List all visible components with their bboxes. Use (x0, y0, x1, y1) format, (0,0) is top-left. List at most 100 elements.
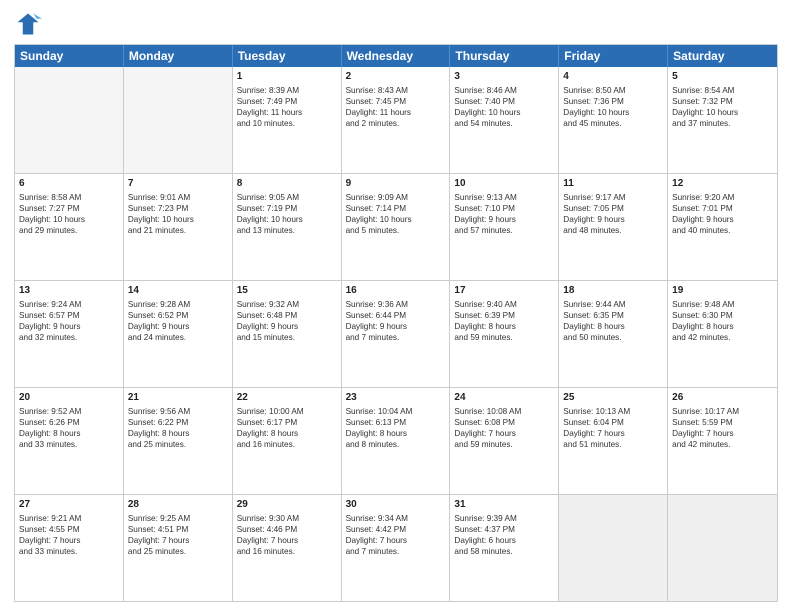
day-number: 7 (128, 177, 228, 191)
calendar-row-1: 1Sunrise: 8:39 AM Sunset: 7:49 PM Daylig… (15, 67, 777, 173)
day-number: 29 (237, 498, 337, 512)
cell-content: Sunrise: 10:04 AM Sunset: 6:13 PM Daylig… (346, 406, 446, 450)
cell-content: Sunrise: 10:17 AM Sunset: 5:59 PM Daylig… (672, 406, 773, 450)
day-number: 5 (672, 70, 773, 84)
day-number: 18 (563, 284, 663, 298)
calendar-cell-r4-c6: 25Sunrise: 10:13 AM Sunset: 6:04 PM Dayl… (559, 388, 668, 494)
calendar-cell-r1-c7: 5Sunrise: 8:54 AM Sunset: 7:32 PM Daylig… (668, 67, 777, 173)
day-number: 8 (237, 177, 337, 191)
calendar-cell-r5-c7 (668, 495, 777, 601)
calendar-cell-r4-c7: 26Sunrise: 10:17 AM Sunset: 5:59 PM Dayl… (668, 388, 777, 494)
calendar-cell-r3-c3: 15Sunrise: 9:32 AM Sunset: 6:48 PM Dayli… (233, 281, 342, 387)
cell-content: Sunrise: 9:32 AM Sunset: 6:48 PM Dayligh… (237, 299, 337, 343)
logo (14, 10, 46, 38)
cell-content: Sunrise: 10:13 AM Sunset: 6:04 PM Daylig… (563, 406, 663, 450)
day-number: 25 (563, 391, 663, 405)
cell-content: Sunrise: 9:34 AM Sunset: 4:42 PM Dayligh… (346, 513, 446, 557)
day-number: 14 (128, 284, 228, 298)
cell-content: Sunrise: 9:30 AM Sunset: 4:46 PM Dayligh… (237, 513, 337, 557)
calendar-cell-r5-c2: 28Sunrise: 9:25 AM Sunset: 4:51 PM Dayli… (124, 495, 233, 601)
cell-content: Sunrise: 10:00 AM Sunset: 6:17 PM Daylig… (237, 406, 337, 450)
header-day-tuesday: Tuesday (233, 45, 342, 67)
calendar-cell-r2-c3: 8Sunrise: 9:05 AM Sunset: 7:19 PM Daylig… (233, 174, 342, 280)
header-day-monday: Monday (124, 45, 233, 67)
header-day-thursday: Thursday (450, 45, 559, 67)
calendar-cell-r4-c1: 20Sunrise: 9:52 AM Sunset: 6:26 PM Dayli… (15, 388, 124, 494)
header-day-sunday: Sunday (15, 45, 124, 67)
calendar-cell-r3-c6: 18Sunrise: 9:44 AM Sunset: 6:35 PM Dayli… (559, 281, 668, 387)
cell-content: Sunrise: 9:09 AM Sunset: 7:14 PM Dayligh… (346, 192, 446, 236)
day-number: 4 (563, 70, 663, 84)
day-number: 6 (19, 177, 119, 191)
header (14, 10, 778, 38)
day-number: 16 (346, 284, 446, 298)
cell-content: Sunrise: 9:39 AM Sunset: 4:37 PM Dayligh… (454, 513, 554, 557)
cell-content: Sunrise: 8:58 AM Sunset: 7:27 PM Dayligh… (19, 192, 119, 236)
calendar-cell-r5-c6 (559, 495, 668, 601)
calendar-cell-r1-c2 (124, 67, 233, 173)
calendar-cell-r5-c1: 27Sunrise: 9:21 AM Sunset: 4:55 PM Dayli… (15, 495, 124, 601)
calendar-cell-r4-c2: 21Sunrise: 9:56 AM Sunset: 6:22 PM Dayli… (124, 388, 233, 494)
cell-content: Sunrise: 10:08 AM Sunset: 6:08 PM Daylig… (454, 406, 554, 450)
calendar-cell-r1-c1 (15, 67, 124, 173)
calendar: SundayMondayTuesdayWednesdayThursdayFrid… (14, 44, 778, 602)
cell-content: Sunrise: 8:39 AM Sunset: 7:49 PM Dayligh… (237, 85, 337, 129)
header-day-saturday: Saturday (668, 45, 777, 67)
cell-content: Sunrise: 9:52 AM Sunset: 6:26 PM Dayligh… (19, 406, 119, 450)
calendar-cell-r2-c6: 11Sunrise: 9:17 AM Sunset: 7:05 PM Dayli… (559, 174, 668, 280)
calendar-cell-r3-c1: 13Sunrise: 9:24 AM Sunset: 6:57 PM Dayli… (15, 281, 124, 387)
cell-content: Sunrise: 9:20 AM Sunset: 7:01 PM Dayligh… (672, 192, 773, 236)
cell-content: Sunrise: 9:44 AM Sunset: 6:35 PM Dayligh… (563, 299, 663, 343)
day-number: 11 (563, 177, 663, 191)
calendar-row-5: 27Sunrise: 9:21 AM Sunset: 4:55 PM Dayli… (15, 494, 777, 601)
calendar-body: 1Sunrise: 8:39 AM Sunset: 7:49 PM Daylig… (15, 67, 777, 601)
calendar-row-3: 13Sunrise: 9:24 AM Sunset: 6:57 PM Dayli… (15, 280, 777, 387)
cell-content: Sunrise: 8:43 AM Sunset: 7:45 PM Dayligh… (346, 85, 446, 129)
cell-content: Sunrise: 9:28 AM Sunset: 6:52 PM Dayligh… (128, 299, 228, 343)
day-number: 13 (19, 284, 119, 298)
cell-content: Sunrise: 9:01 AM Sunset: 7:23 PM Dayligh… (128, 192, 228, 236)
cell-content: Sunrise: 9:40 AM Sunset: 6:39 PM Dayligh… (454, 299, 554, 343)
calendar-cell-r4-c4: 23Sunrise: 10:04 AM Sunset: 6:13 PM Dayl… (342, 388, 451, 494)
calendar-cell-r5-c5: 31Sunrise: 9:39 AM Sunset: 4:37 PM Dayli… (450, 495, 559, 601)
calendar-cell-r1-c6: 4Sunrise: 8:50 AM Sunset: 7:36 PM Daylig… (559, 67, 668, 173)
cell-content: Sunrise: 9:36 AM Sunset: 6:44 PM Dayligh… (346, 299, 446, 343)
day-number: 20 (19, 391, 119, 405)
calendar-cell-r4-c3: 22Sunrise: 10:00 AM Sunset: 6:17 PM Dayl… (233, 388, 342, 494)
cell-content: Sunrise: 9:05 AM Sunset: 7:19 PM Dayligh… (237, 192, 337, 236)
day-number: 3 (454, 70, 554, 84)
day-number: 27 (19, 498, 119, 512)
cell-content: Sunrise: 9:25 AM Sunset: 4:51 PM Dayligh… (128, 513, 228, 557)
cell-content: Sunrise: 9:21 AM Sunset: 4:55 PM Dayligh… (19, 513, 119, 557)
day-number: 17 (454, 284, 554, 298)
day-number: 30 (346, 498, 446, 512)
day-number: 15 (237, 284, 337, 298)
day-number: 9 (346, 177, 446, 191)
calendar-cell-r4-c5: 24Sunrise: 10:08 AM Sunset: 6:08 PM Dayl… (450, 388, 559, 494)
logo-icon (14, 10, 42, 38)
calendar-cell-r2-c7: 12Sunrise: 9:20 AM Sunset: 7:01 PM Dayli… (668, 174, 777, 280)
day-number: 22 (237, 391, 337, 405)
cell-content: Sunrise: 9:13 AM Sunset: 7:10 PM Dayligh… (454, 192, 554, 236)
calendar-cell-r3-c5: 17Sunrise: 9:40 AM Sunset: 6:39 PM Dayli… (450, 281, 559, 387)
calendar-cell-r3-c2: 14Sunrise: 9:28 AM Sunset: 6:52 PM Dayli… (124, 281, 233, 387)
day-number: 21 (128, 391, 228, 405)
header-day-wednesday: Wednesday (342, 45, 451, 67)
day-number: 1 (237, 70, 337, 84)
day-number: 31 (454, 498, 554, 512)
cell-content: Sunrise: 9:56 AM Sunset: 6:22 PM Dayligh… (128, 406, 228, 450)
day-number: 23 (346, 391, 446, 405)
calendar-cell-r1-c3: 1Sunrise: 8:39 AM Sunset: 7:49 PM Daylig… (233, 67, 342, 173)
day-number: 10 (454, 177, 554, 191)
day-number: 2 (346, 70, 446, 84)
day-number: 28 (128, 498, 228, 512)
day-number: 12 (672, 177, 773, 191)
calendar-cell-r3-c7: 19Sunrise: 9:48 AM Sunset: 6:30 PM Dayli… (668, 281, 777, 387)
calendar-cell-r2-c4: 9Sunrise: 9:09 AM Sunset: 7:14 PM Daylig… (342, 174, 451, 280)
cell-content: Sunrise: 8:46 AM Sunset: 7:40 PM Dayligh… (454, 85, 554, 129)
day-number: 24 (454, 391, 554, 405)
calendar-header: SundayMondayTuesdayWednesdayThursdayFrid… (15, 45, 777, 67)
calendar-row-2: 6Sunrise: 8:58 AM Sunset: 7:27 PM Daylig… (15, 173, 777, 280)
calendar-cell-r2-c2: 7Sunrise: 9:01 AM Sunset: 7:23 PM Daylig… (124, 174, 233, 280)
calendar-cell-r1-c4: 2Sunrise: 8:43 AM Sunset: 7:45 PM Daylig… (342, 67, 451, 173)
